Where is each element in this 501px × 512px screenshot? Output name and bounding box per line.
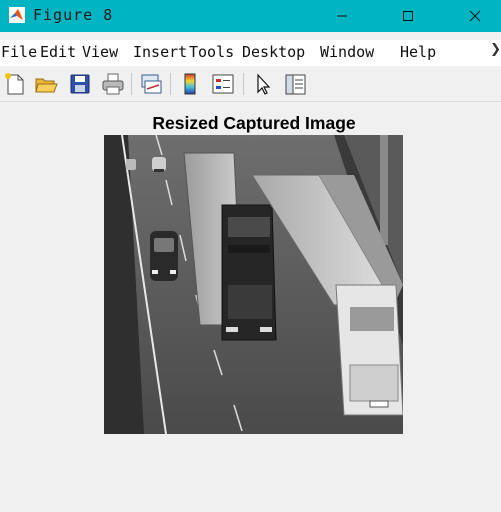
pointer-icon[interactable] <box>250 71 276 97</box>
title-bar: Figure 8 <box>0 0 501 32</box>
menu-view[interactable]: View <box>82 43 118 61</box>
property-inspector-icon[interactable] <box>282 71 308 97</box>
menu-tools[interactable]: Tools <box>189 43 234 61</box>
new-figure-icon[interactable] <box>2 71 28 97</box>
close-button[interactable] <box>452 0 498 32</box>
menu-desktop[interactable]: Desktop <box>242 43 305 61</box>
close-icon <box>469 7 481 26</box>
captured-image <box>104 135 403 434</box>
menu-window[interactable]: Window <box>320 43 374 61</box>
matlab-logo-icon <box>9 7 25 23</box>
menu-help[interactable]: Help <box>400 43 436 61</box>
insert-legend-icon[interactable] <box>210 71 236 97</box>
maximize-icon <box>402 7 414 26</box>
minimize-button[interactable] <box>319 0 365 32</box>
minimize-icon <box>336 7 348 26</box>
figure-title: Resized Captured Image <box>152 113 356 133</box>
maximize-button[interactable] <box>385 0 431 32</box>
figure-toolbar <box>0 67 501 102</box>
toolbar-separator <box>170 73 171 95</box>
menu-file[interactable]: File <box>1 43 37 61</box>
menu-bar: File Edit View Insert Tools Desktop Wind… <box>0 40 501 66</box>
open-file-icon[interactable] <box>33 71 59 97</box>
insert-colorbar-icon[interactable] <box>177 71 203 97</box>
print-icon[interactable] <box>100 71 126 97</box>
link-plot-icon[interactable] <box>138 71 164 97</box>
save-icon[interactable] <box>67 71 93 97</box>
window-title: Figure 8 <box>33 6 114 24</box>
menu-edit[interactable]: Edit <box>40 43 76 61</box>
toolbar-separator <box>243 73 244 95</box>
chevron-right-icon[interactable]: ❯ <box>490 42 501 57</box>
toolbar-separator <box>131 73 132 95</box>
menu-insert[interactable]: Insert <box>133 43 187 61</box>
